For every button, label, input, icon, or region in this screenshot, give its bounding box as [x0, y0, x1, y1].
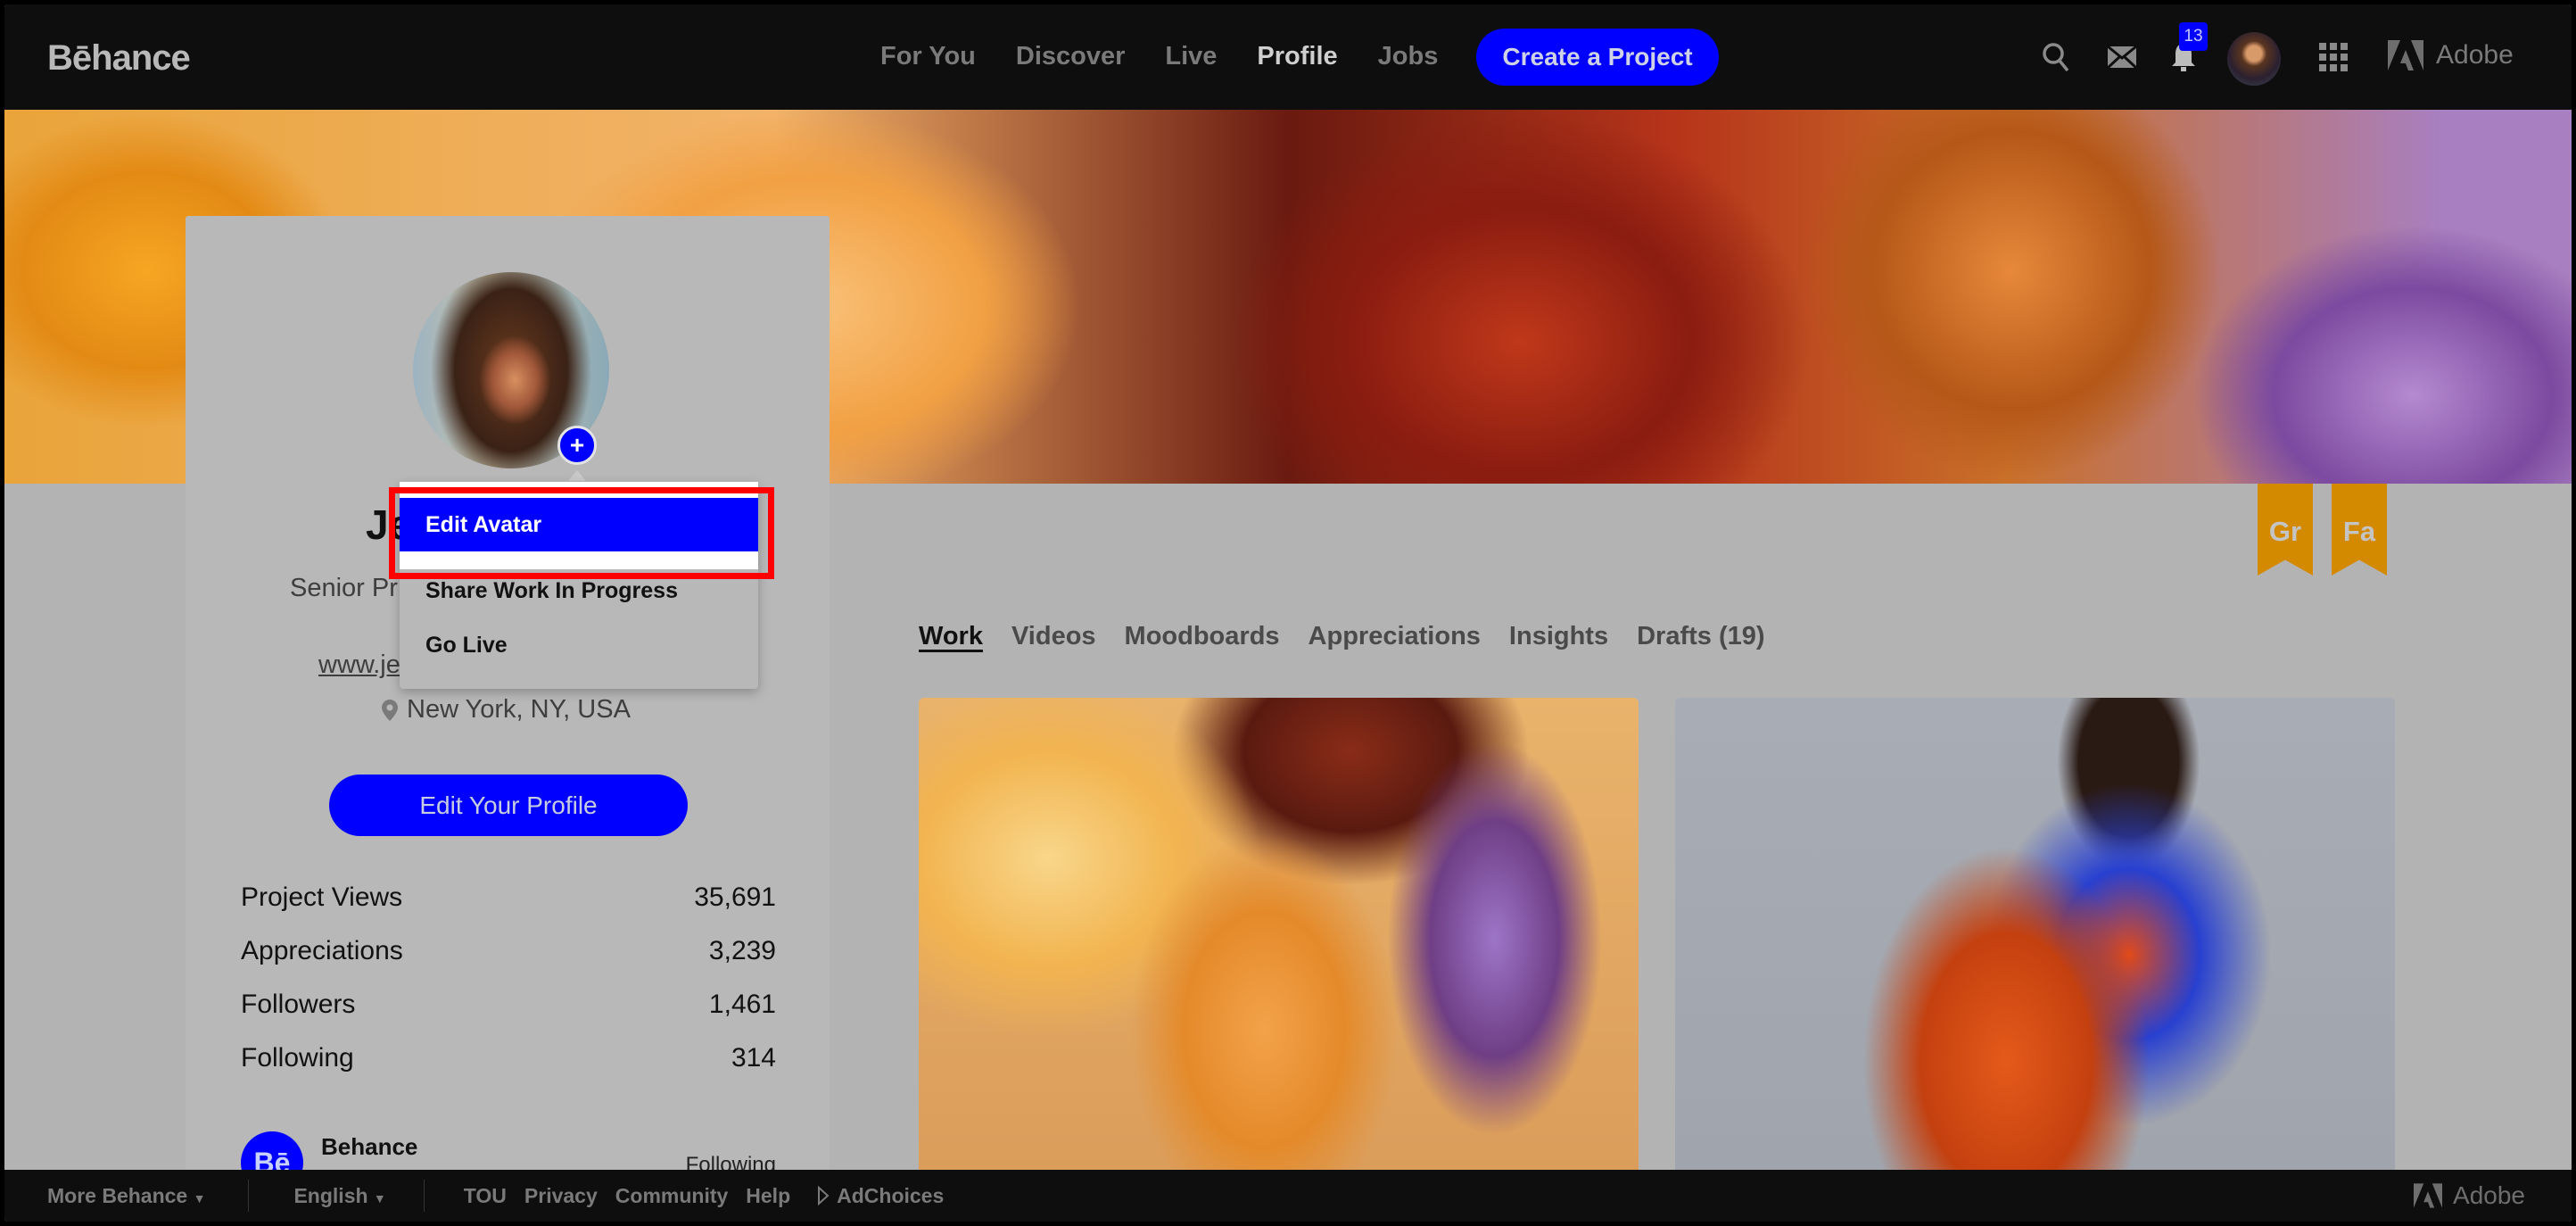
- nav-profile[interactable]: Profile: [1257, 42, 1337, 71]
- caret-down-icon: ▼: [373, 1190, 386, 1205]
- menu-caret: [568, 470, 586, 481]
- mail-icon[interactable]: [2105, 40, 2139, 74]
- adchoices-icon: [818, 1186, 830, 1205]
- highlight-annotation-box: [389, 487, 774, 579]
- caret-down-icon: ▼: [193, 1190, 206, 1205]
- stat-row: Following 314: [241, 1043, 776, 1097]
- behance-window: Bēhance For You Discover Live Profile Jo…: [4, 4, 2572, 1222]
- location-text: New York, NY, USA: [407, 695, 631, 724]
- avatar-plus-button[interactable]: +: [557, 426, 597, 465]
- nav-for-you[interactable]: For You: [880, 42, 976, 71]
- adobe-link[interactable]: Adobe: [2388, 40, 2514, 70]
- stat-label: Project Views: [241, 882, 403, 912]
- create-project-button[interactable]: Create a Project: [1476, 29, 1719, 86]
- notification-count-badge: 13: [2179, 22, 2208, 51]
- profile-tabs: Work Videos Moodboards Appreciations Ins…: [919, 622, 1794, 651]
- badge-gr[interactable]: Gr: [2258, 484, 2313, 576]
- stat-value[interactable]: 1,461: [709, 990, 776, 1043]
- footer: More Behance ▼ English ▼ TOU Privacy Com…: [4, 1170, 2572, 1222]
- stat-value: 3,239: [708, 936, 776, 965]
- more-behance-label: More Behance: [47, 1183, 188, 1207]
- behance-logo[interactable]: Bēhance: [47, 38, 191, 79]
- adobe-footer-link[interactable]: Adobe: [2414, 1181, 2525, 1210]
- footer-link-tou[interactable]: TOU: [464, 1184, 507, 1208]
- adobe-logo-icon: [2388, 40, 2423, 70]
- profile-stats: Project Views 35,691 Appreciations 3,239…: [241, 882, 776, 1097]
- tab-drafts[interactable]: Drafts (19): [1637, 622, 1764, 651]
- stat-label[interactable]: Appreciations: [241, 936, 403, 990]
- plus-icon: +: [569, 431, 585, 459]
- tab-videos[interactable]: Videos: [1011, 622, 1096, 651]
- footer-link-privacy[interactable]: Privacy: [524, 1184, 598, 1208]
- badge-fa[interactable]: Fa: [2332, 484, 2387, 576]
- adchoices-label: AdChoices: [837, 1183, 945, 1207]
- footer-divider: [248, 1180, 250, 1212]
- menu-item-go-live[interactable]: Go Live: [400, 618, 758, 672]
- stat-row: Appreciations 3,239: [241, 936, 776, 990]
- language-label: English: [293, 1183, 368, 1207]
- tab-moodboards[interactable]: Moodboards: [1125, 622, 1280, 651]
- tab-work[interactable]: Work: [919, 622, 983, 651]
- nav-jobs[interactable]: Jobs: [1378, 42, 1439, 71]
- apps-grid-icon[interactable]: [2316, 40, 2350, 74]
- profile-title: Senior Pr: [290, 574, 398, 602]
- project-thumbnail[interactable]: [919, 698, 1639, 1222]
- stat-value: 35,691: [694, 882, 776, 912]
- location-pin-icon: [382, 699, 398, 721]
- more-behance-dropdown[interactable]: More Behance ▼: [47, 1184, 205, 1208]
- stat-value[interactable]: 314: [731, 1043, 776, 1097]
- nav-live[interactable]: Live: [1165, 42, 1217, 71]
- footer-link-help[interactable]: Help: [746, 1184, 790, 1208]
- user-avatar-menu[interactable]: [2227, 32, 2281, 86]
- language-dropdown[interactable]: English ▼: [293, 1184, 385, 1208]
- top-nav: Bēhance For You Discover Live Profile Jo…: [4, 4, 2572, 110]
- adobe-footer-label: Adobe: [2453, 1181, 2525, 1209]
- tab-appreciations[interactable]: Appreciations: [1309, 622, 1481, 651]
- adobe-label: Adobe: [2436, 40, 2514, 70]
- main-nav: For You Discover Live Profile Jobs: [880, 42, 1478, 71]
- adobe-logo-icon: [2414, 1183, 2443, 1208]
- stat-row: Project Views 35,691: [241, 882, 776, 936]
- footer-link-community[interactable]: Community: [615, 1184, 729, 1208]
- following-name[interactable]: Behance: [321, 1133, 417, 1161]
- nav-discover[interactable]: Discover: [1016, 42, 1126, 71]
- footer-divider: [423, 1180, 425, 1212]
- stat-label[interactable]: Followers: [241, 990, 355, 1043]
- profile-location: New York, NY, USA: [382, 695, 631, 725]
- search-icon[interactable]: [2039, 40, 2073, 74]
- stat-row: Followers 1,461: [241, 990, 776, 1043]
- edit-profile-button[interactable]: Edit Your Profile: [329, 775, 688, 836]
- tab-insights[interactable]: Insights: [1509, 622, 1608, 651]
- profile-website-link[interactable]: www.je: [318, 650, 400, 680]
- project-thumbnail[interactable]: [1675, 698, 2395, 1222]
- adchoices-link[interactable]: AdChoices: [817, 1184, 944, 1208]
- stat-label[interactable]: Following: [241, 1043, 354, 1097]
